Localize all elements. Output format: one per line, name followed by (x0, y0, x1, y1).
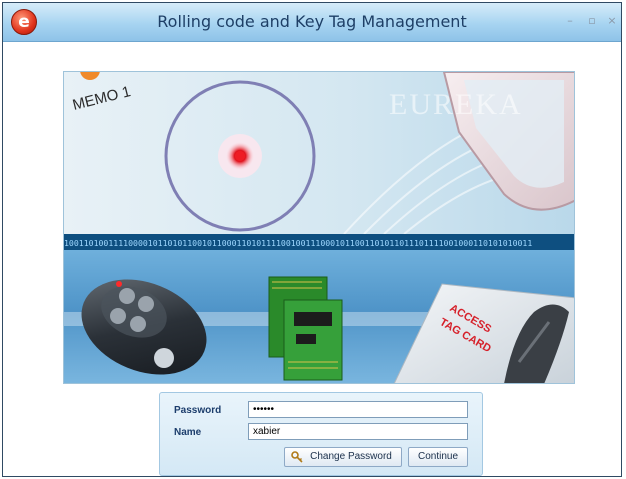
password-field[interactable]: •••••• (248, 401, 468, 418)
maximize-button[interactable]: ▫ (585, 15, 599, 27)
product-banner: EUREKA MEMO 1 10011010011110000101101011… (63, 71, 575, 384)
name-field[interactable]: xabier (248, 423, 468, 440)
continue-button[interactable]: Continue (408, 447, 468, 467)
window-title: Rolling code and Key Tag Management (157, 12, 467, 31)
name-label: Name (174, 427, 202, 438)
minimize-button[interactable]: – (563, 15, 577, 27)
close-button[interactable]: × (605, 15, 619, 27)
login-panel: Password •••••• Name xabier Change Passw… (159, 392, 483, 476)
title-bar: e Rolling code and Key Tag Management – … (3, 3, 621, 42)
password-label: Password (174, 405, 222, 416)
change-password-button[interactable]: Change Password (284, 447, 402, 467)
binary-strip: 1001101001111000010110101100101100011010… (64, 238, 532, 248)
brand-watermark: EUREKA (389, 88, 523, 121)
banner-illustration: EUREKA MEMO 1 10011010011110000101101011… (64, 72, 574, 383)
change-password-label: Change Password (310, 451, 392, 462)
key-icon (291, 451, 303, 463)
